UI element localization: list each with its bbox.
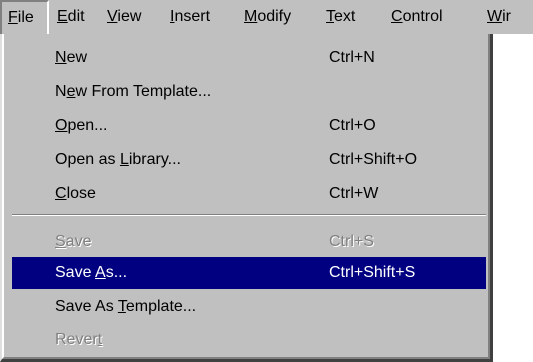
menu-modify[interactable]: Modify (244, 0, 291, 34)
menu-file[interactable]: File (0, 0, 49, 34)
menu-text[interactable]: Text (326, 0, 355, 34)
menu-insert-post: nsert (174, 8, 211, 25)
menu-item-shortcut: Ctrl+O (329, 117, 376, 134)
menu-control-key: C (391, 8, 403, 25)
label-key: N (55, 49, 67, 66)
menu-item-label: Open as Library... (55, 144, 181, 176)
label-pre: Open as (55, 151, 120, 168)
menu-control[interactable]: Control (391, 0, 443, 34)
menu-item-open[interactable]: Open... Ctrl+O (2, 110, 486, 142)
menu-file-post: ile (17, 9, 34, 26)
label-key: T (117, 298, 126, 315)
label-pre: N (55, 83, 67, 100)
menu-separator (12, 214, 486, 216)
menu-item-label: Save As Template... (55, 291, 196, 323)
label-pre: Rever (55, 331, 98, 348)
menu-item-label: Save As... (55, 257, 127, 289)
label-key: S (55, 233, 66, 250)
menu-item-new-from-template[interactable]: New From Template... (2, 76, 486, 108)
menu-edit-post: dit (67, 8, 85, 25)
menu-item-shortcut: Ctrl+W (329, 185, 379, 202)
label-post: ew (66, 49, 88, 66)
menu-text-key: T (326, 8, 334, 25)
label-post: w From Template... (75, 83, 212, 100)
menu-item-save[interactable]: Save Ctrl+S (2, 226, 486, 258)
label-key: L (119, 151, 129, 168)
label-pre: Save As (55, 298, 118, 315)
menu-item-shortcut: Ctrl+Shift+O (329, 151, 418, 168)
label-post: ibrary... (128, 151, 181, 168)
menu-item-save-as-template[interactable]: Save As Template... (2, 291, 486, 323)
menu-text-post: ext (334, 8, 356, 25)
label-key: A (95, 264, 106, 281)
menu-item-label: New From Template... (55, 76, 211, 108)
menu-view-post: iew (117, 8, 142, 25)
menu-control-post: ontrol (402, 8, 443, 25)
label-key: C (55, 185, 67, 202)
menu-item-close[interactable]: Close Ctrl+W (2, 178, 486, 210)
menu-modify-post: odify (257, 8, 292, 25)
label-key: O (55, 117, 68, 134)
label-post: lose (66, 185, 96, 202)
menu-modify-key: M (244, 8, 258, 25)
menu-item-new[interactable]: New Ctrl+N (2, 42, 486, 74)
menu-bar: File Edit View Insert Modify Text Contro… (0, 0, 533, 34)
menu-edit-key: E (57, 8, 68, 25)
menu-item-label: Revert (55, 324, 102, 356)
menu-item-label: Close (55, 178, 96, 210)
label-post: emplate... (125, 298, 197, 315)
label-post: ave (65, 233, 92, 250)
menu-insert[interactable]: Insert (170, 0, 210, 34)
menu-view-key: V (107, 8, 118, 25)
menu-window-key: W (487, 8, 503, 25)
menu-item-revert[interactable]: Revert (2, 324, 486, 356)
menu-item-label: Save (55, 226, 91, 258)
label-post: pen... (67, 117, 108, 134)
menu-view[interactable]: View (107, 0, 141, 34)
menu-item-label: Open... (55, 110, 107, 142)
label-pre: Save (55, 264, 96, 281)
menu-window[interactable]: Wir (487, 0, 511, 34)
menu-item-shortcut: Ctrl+N (329, 49, 375, 66)
menu-item-open-as-library[interactable]: Open as Library... Ctrl+Shift+O (2, 144, 486, 176)
label-key: t (97, 331, 103, 348)
label-post: s... (105, 264, 128, 281)
menu-item-label: New (55, 42, 87, 74)
menu-item-shortcut: Ctrl+Shift+S (329, 264, 416, 281)
menu-item-save-as[interactable]: Save As... Ctrl+Shift+S (12, 257, 486, 289)
file-menu-dropdown: New Ctrl+N New From Template... Open... … (0, 34, 493, 362)
menu-edit[interactable]: Edit (57, 0, 85, 34)
menu-window-post: ir (502, 8, 511, 25)
menu-file-key: F (8, 9, 18, 26)
menu-item-shortcut: Ctrl+S (329, 233, 374, 250)
